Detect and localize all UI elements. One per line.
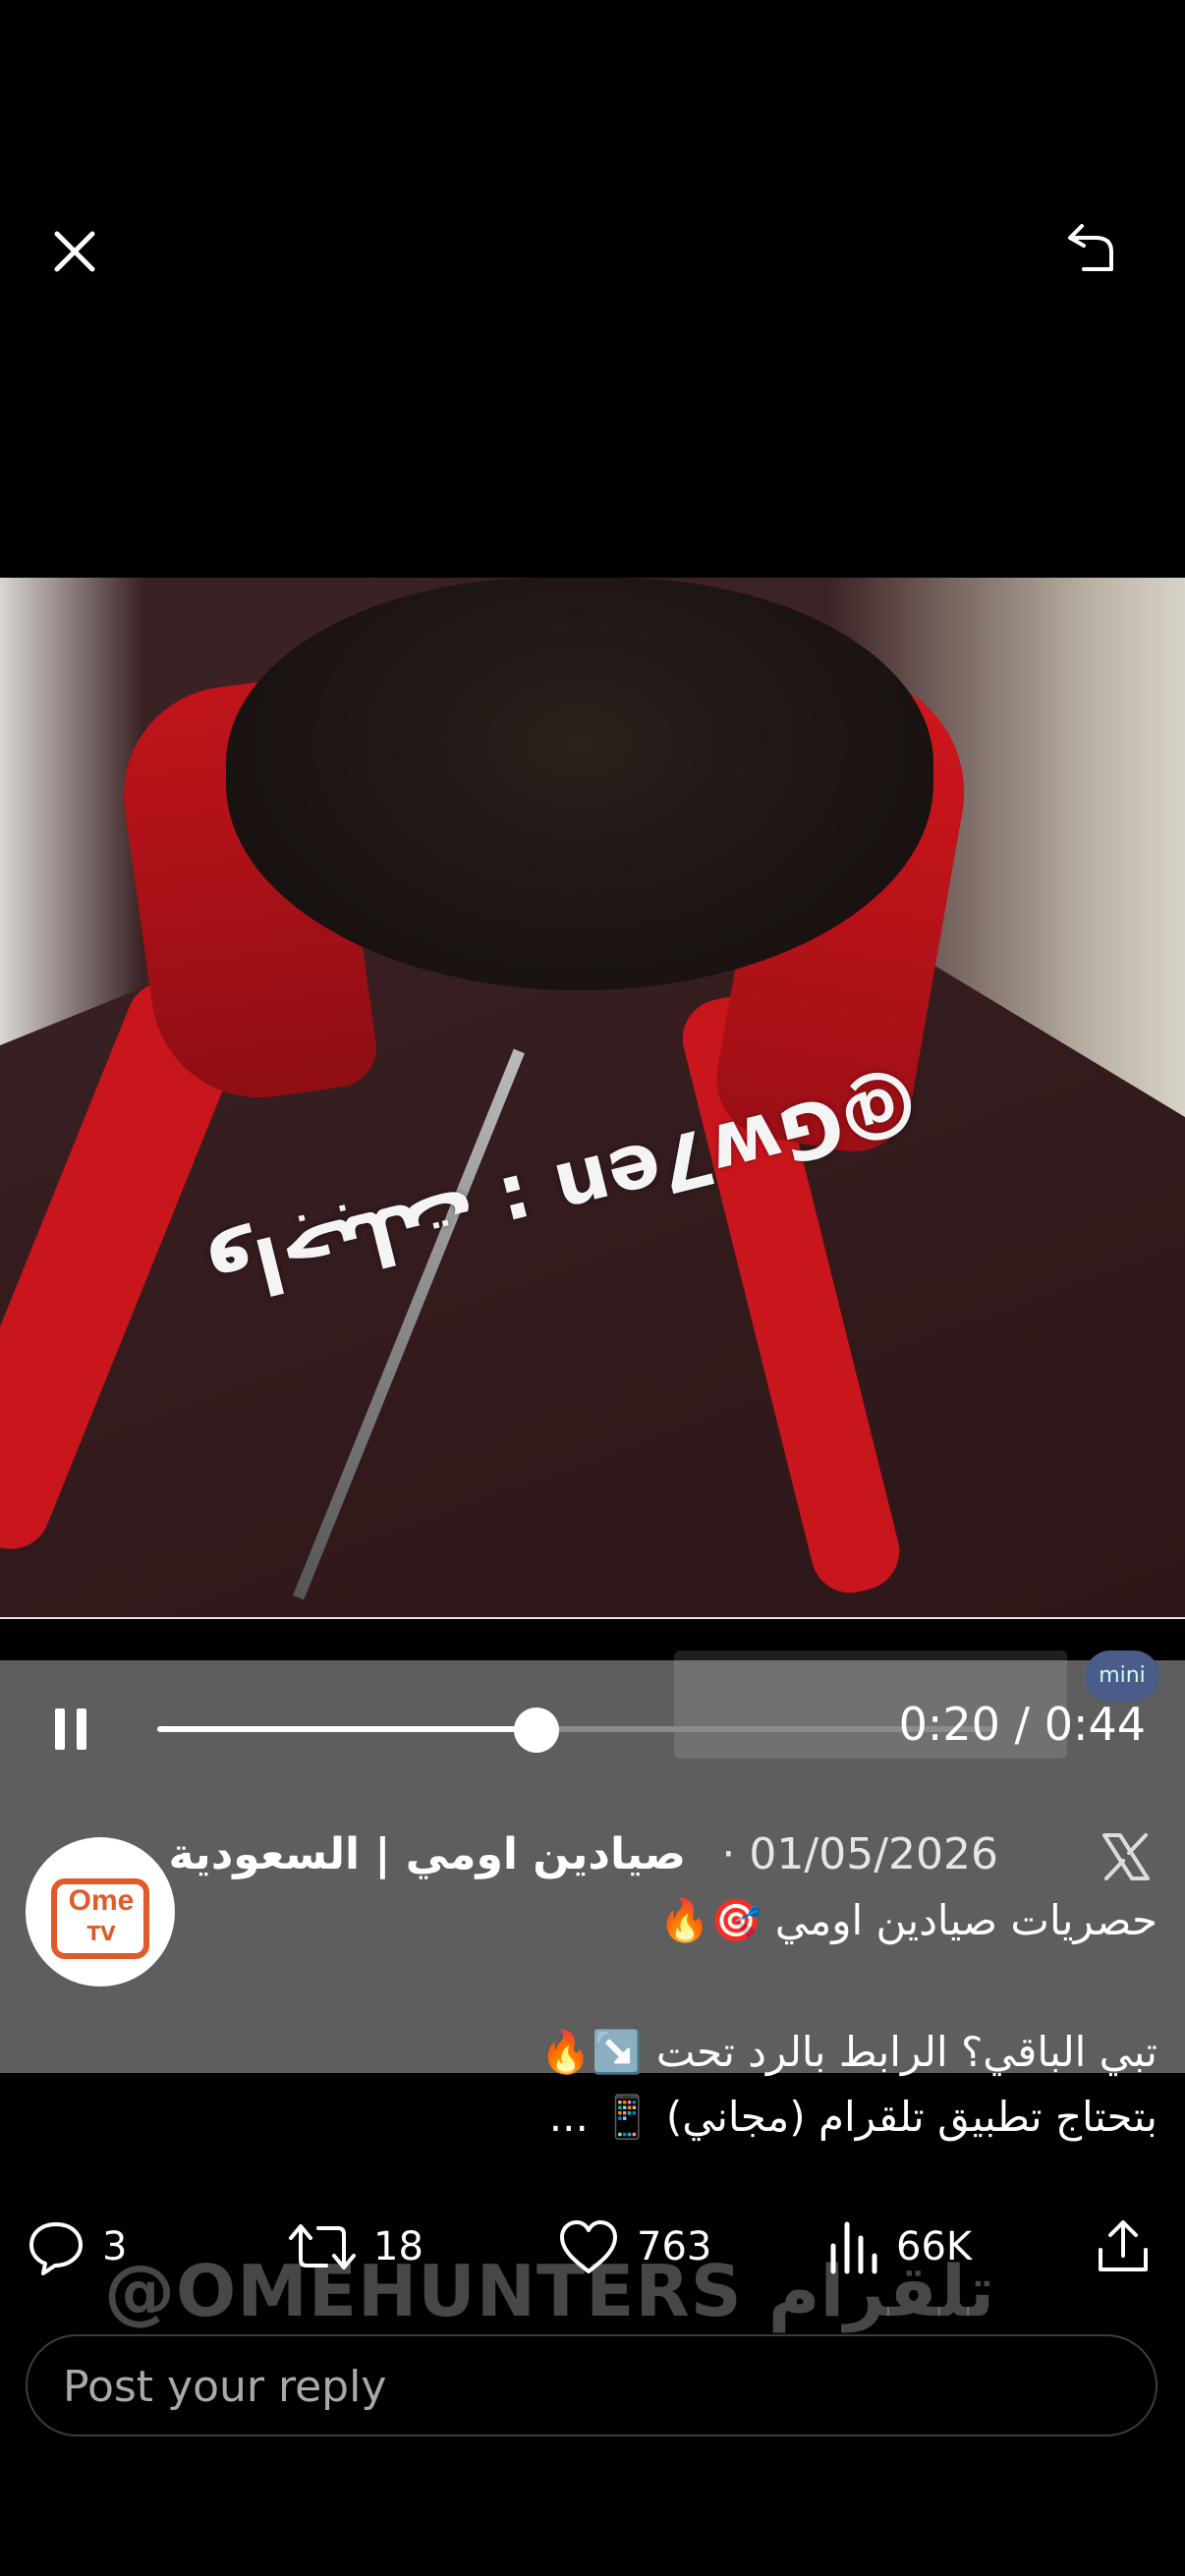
avatar-text-bottom: TV: [86, 1922, 116, 1945]
progress-fill: [157, 1726, 537, 1732]
rotate-button[interactable]: [1056, 216, 1135, 285]
tweet-text-line: بتحتاج تطبيق تلقرام (مجاني) 📱 ...: [548, 2093, 1157, 2141]
video-hair: [226, 578, 933, 990]
share-icon: [1099, 2220, 1148, 2271]
time-current: 0:20: [898, 1698, 1000, 1751]
views-count: 66K: [896, 2224, 973, 2269]
retweet-icon: [289, 2224, 356, 2269]
rotate-icon: [1068, 224, 1113, 271]
tweet-date: · 01/05/2026: [721, 1829, 998, 1879]
video-bottom-band: [0, 1617, 1185, 1619]
progress-thumb[interactable]: [514, 1708, 560, 1753]
views-button[interactable]: 66K: [825, 2212, 972, 2281]
reply-button[interactable]: 3: [26, 2212, 127, 2281]
reply-icon: [29, 2222, 83, 2275]
tweet-text-line: حصريات صيادين اومي 🎯🔥: [658, 1896, 1157, 1944]
x-logo-icon: [1099, 1829, 1154, 1884]
retweet-count: 18: [373, 2224, 423, 2269]
time-separator: /: [999, 1698, 1044, 1751]
close-icon: [54, 231, 95, 272]
pause-button[interactable]: [51, 1705, 90, 1754]
heart-icon: [560, 2220, 617, 2273]
reply-placeholder[interactable]: Post your reply: [63, 2362, 386, 2412]
author-name[interactable]: صيادين اومي | السعودية: [169, 1829, 687, 1879]
time-display: 0:20 / 0:44: [899, 1698, 1146, 1751]
like-button[interactable]: 763: [556, 2212, 711, 2281]
reply-count: 3: [102, 2224, 128, 2269]
time-total: 0:44: [1044, 1698, 1146, 1751]
ghost-badge: mini: [1085, 1651, 1159, 1702]
pause-icon: [55, 1708, 86, 1750]
retweet-button[interactable]: 18: [287, 2212, 423, 2281]
tweet-text-line: تبي الباقي؟ الرابط بالرد تحت ↘️🔥: [539, 2028, 1157, 2076]
close-button[interactable]: [39, 216, 108, 285]
video-frame[interactable]: @Gw7en : واجبلت: [0, 578, 1185, 1619]
avatar-text-top: Ome: [68, 1884, 135, 1917]
share-button[interactable]: [1093, 2212, 1154, 2281]
views-icon: [830, 2221, 877, 2274]
like-count: 763: [637, 2224, 712, 2269]
